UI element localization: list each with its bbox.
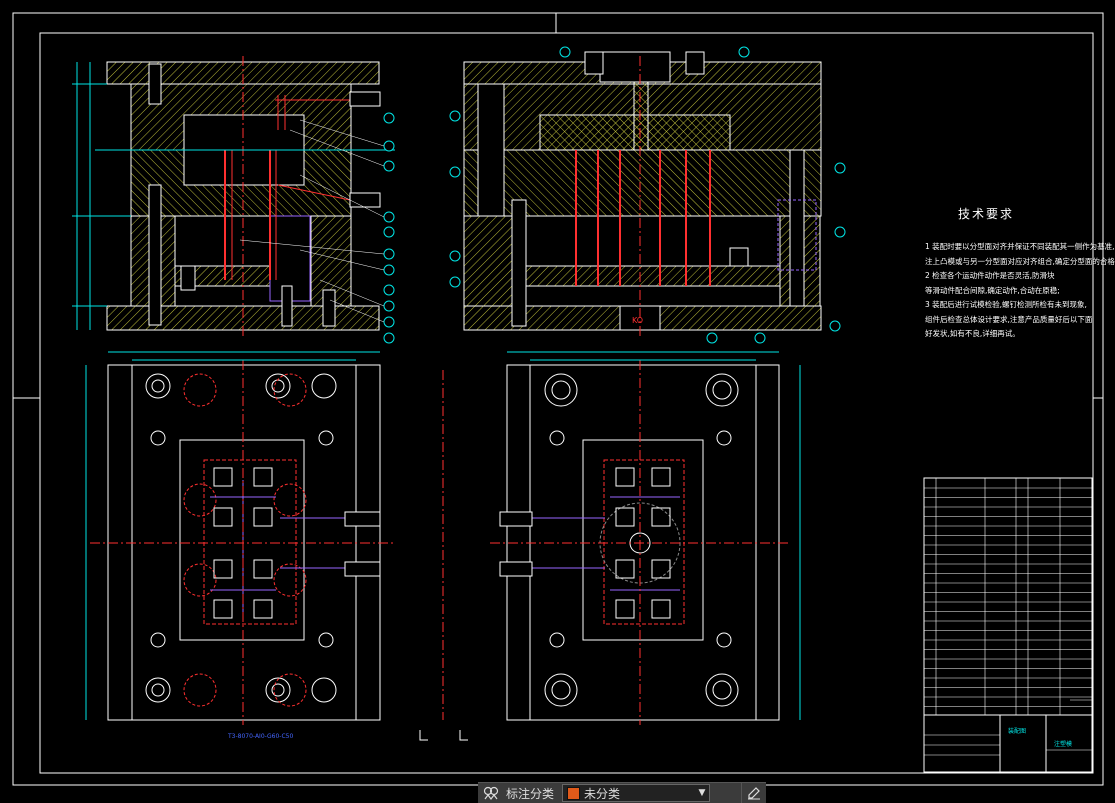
annotation-category-select[interactable]: 未分类 ▼: [562, 784, 711, 802]
tech-requirement-line: 组件后检查总体设计要求,注意产品质量好后以下面: [925, 314, 1093, 324]
category-color-swatch: [567, 786, 581, 800]
title-block-a: 装配图: [1008, 727, 1026, 735]
section-view-left: [72, 56, 395, 344]
chevron-down-icon: ▼: [698, 788, 706, 798]
tech-requirement-line: 好发状,如有不良,详细再试。: [925, 329, 1020, 338]
annotation-toolbar: 标注分类 未分类 ▼: [478, 782, 766, 803]
plan-view-left: T3-8070-AI0-G60-C50: [85, 351, 396, 740]
category-selected-value: 未分类: [584, 786, 621, 801]
bom-table[interactable]: 装配图 注塑模: [923, 477, 1093, 773]
tech-requirements-title: 技术要求: [958, 207, 1015, 221]
tech-requirements-text: 1 装配时要以分型面对齐并保证不同装配其一侧作为基准, 注上凸模或与另一分型面对应…: [925, 240, 1115, 342]
edit-icon[interactable]: [741, 783, 766, 803]
annotation-icon[interactable]: [478, 783, 504, 803]
tech-requirement-line: 注上凸模或与另一分型面对应对齐组合,确定分型面的合格式;: [925, 256, 1115, 266]
plan-view-right: [419, 351, 801, 741]
annotation-category-label: 标注分类: [506, 786, 555, 801]
ko-label: KO: [632, 316, 643, 325]
section-view-right: KO: [449, 46, 846, 344]
tech-requirement-line: 2 检查各个运动件动作是否灵活,防滑块: [925, 271, 1055, 280]
tech-requirement-line: 3 装配后进行试模检验,螺钉检测所检有未到现象,: [925, 300, 1087, 309]
left-plan-note: T3-8070-AI0-G60-C50: [227, 733, 293, 740]
tech-requirement-line: 等滑动件配合间隙,确定动作,合动在原稳;: [925, 285, 1060, 295]
cad-drawing-canvas[interactable]: KO T3-8070-AI0-G60-C50 装配图 注塑模: [0, 0, 1115, 802]
title-block-b: 注塑模: [1054, 740, 1072, 748]
tech-requirement-line: 1 装配时要以分型面对齐并保证不同装配其一侧作为基准,: [925, 242, 1115, 251]
